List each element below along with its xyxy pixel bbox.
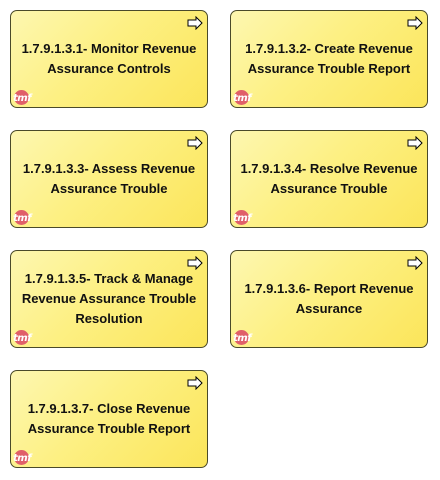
- tmf-logo: tmf: [232, 88, 260, 106]
- tmf-logo: tmf: [12, 328, 40, 346]
- process-label: 1.7.9.1.3.3- Assess Revenue Assurance Tr…: [22, 161, 196, 196]
- process-label: 1.7.9.1.3.6- Report Revenue Assurance: [244, 281, 414, 316]
- tmf-logo: tmf: [232, 208, 260, 226]
- process-arrow-icon: [187, 16, 203, 30]
- process-arrow-icon: [187, 256, 203, 270]
- process-label: 1.7.9.1.3.2- Create Revenue Assurance Tr…: [245, 41, 413, 76]
- process-box-4[interactable]: 1.7.9.1.3.4- Resolve Revenue Assurance T…: [230, 130, 428, 228]
- tmf-logo: tmf: [12, 208, 40, 226]
- process-box-3[interactable]: 1.7.9.1.3.3- Assess Revenue Assurance Tr…: [10, 130, 208, 228]
- tmf-logo: tmf: [12, 448, 40, 466]
- tmf-logo: tmf: [12, 88, 40, 106]
- process-box-2[interactable]: 1.7.9.1.3.2- Create Revenue Assurance Tr…: [230, 10, 428, 108]
- process-label: 1.7.9.1.3.1- Monitor Revenue Assurance C…: [21, 41, 197, 76]
- process-label: 1.7.9.1.3.4- Resolve Revenue Assurance T…: [240, 161, 418, 196]
- process-arrow-icon: [407, 16, 423, 30]
- process-arrow-icon: [187, 376, 203, 390]
- process-label: 1.7.9.1.3.5- Track & Manage Revenue Assu…: [21, 271, 197, 326]
- process-arrow-icon: [407, 136, 423, 150]
- process-box-5[interactable]: 1.7.9.1.3.5- Track & Manage Revenue Assu…: [10, 250, 208, 348]
- process-box-6[interactable]: 1.7.9.1.3.6- Report Revenue Assurance tm…: [230, 250, 428, 348]
- tmf-logo: tmf: [232, 328, 260, 346]
- process-label: 1.7.9.1.3.7- Close Revenue Assurance Tro…: [27, 401, 191, 436]
- process-box-1[interactable]: 1.7.9.1.3.1- Monitor Revenue Assurance C…: [10, 10, 208, 108]
- process-box-7[interactable]: 1.7.9.1.3.7- Close Revenue Assurance Tro…: [10, 370, 208, 468]
- process-diagram-canvas: 1.7.9.1.3.1- Monitor Revenue Assurance C…: [0, 0, 440, 480]
- process-arrow-icon: [407, 256, 423, 270]
- process-arrow-icon: [187, 136, 203, 150]
